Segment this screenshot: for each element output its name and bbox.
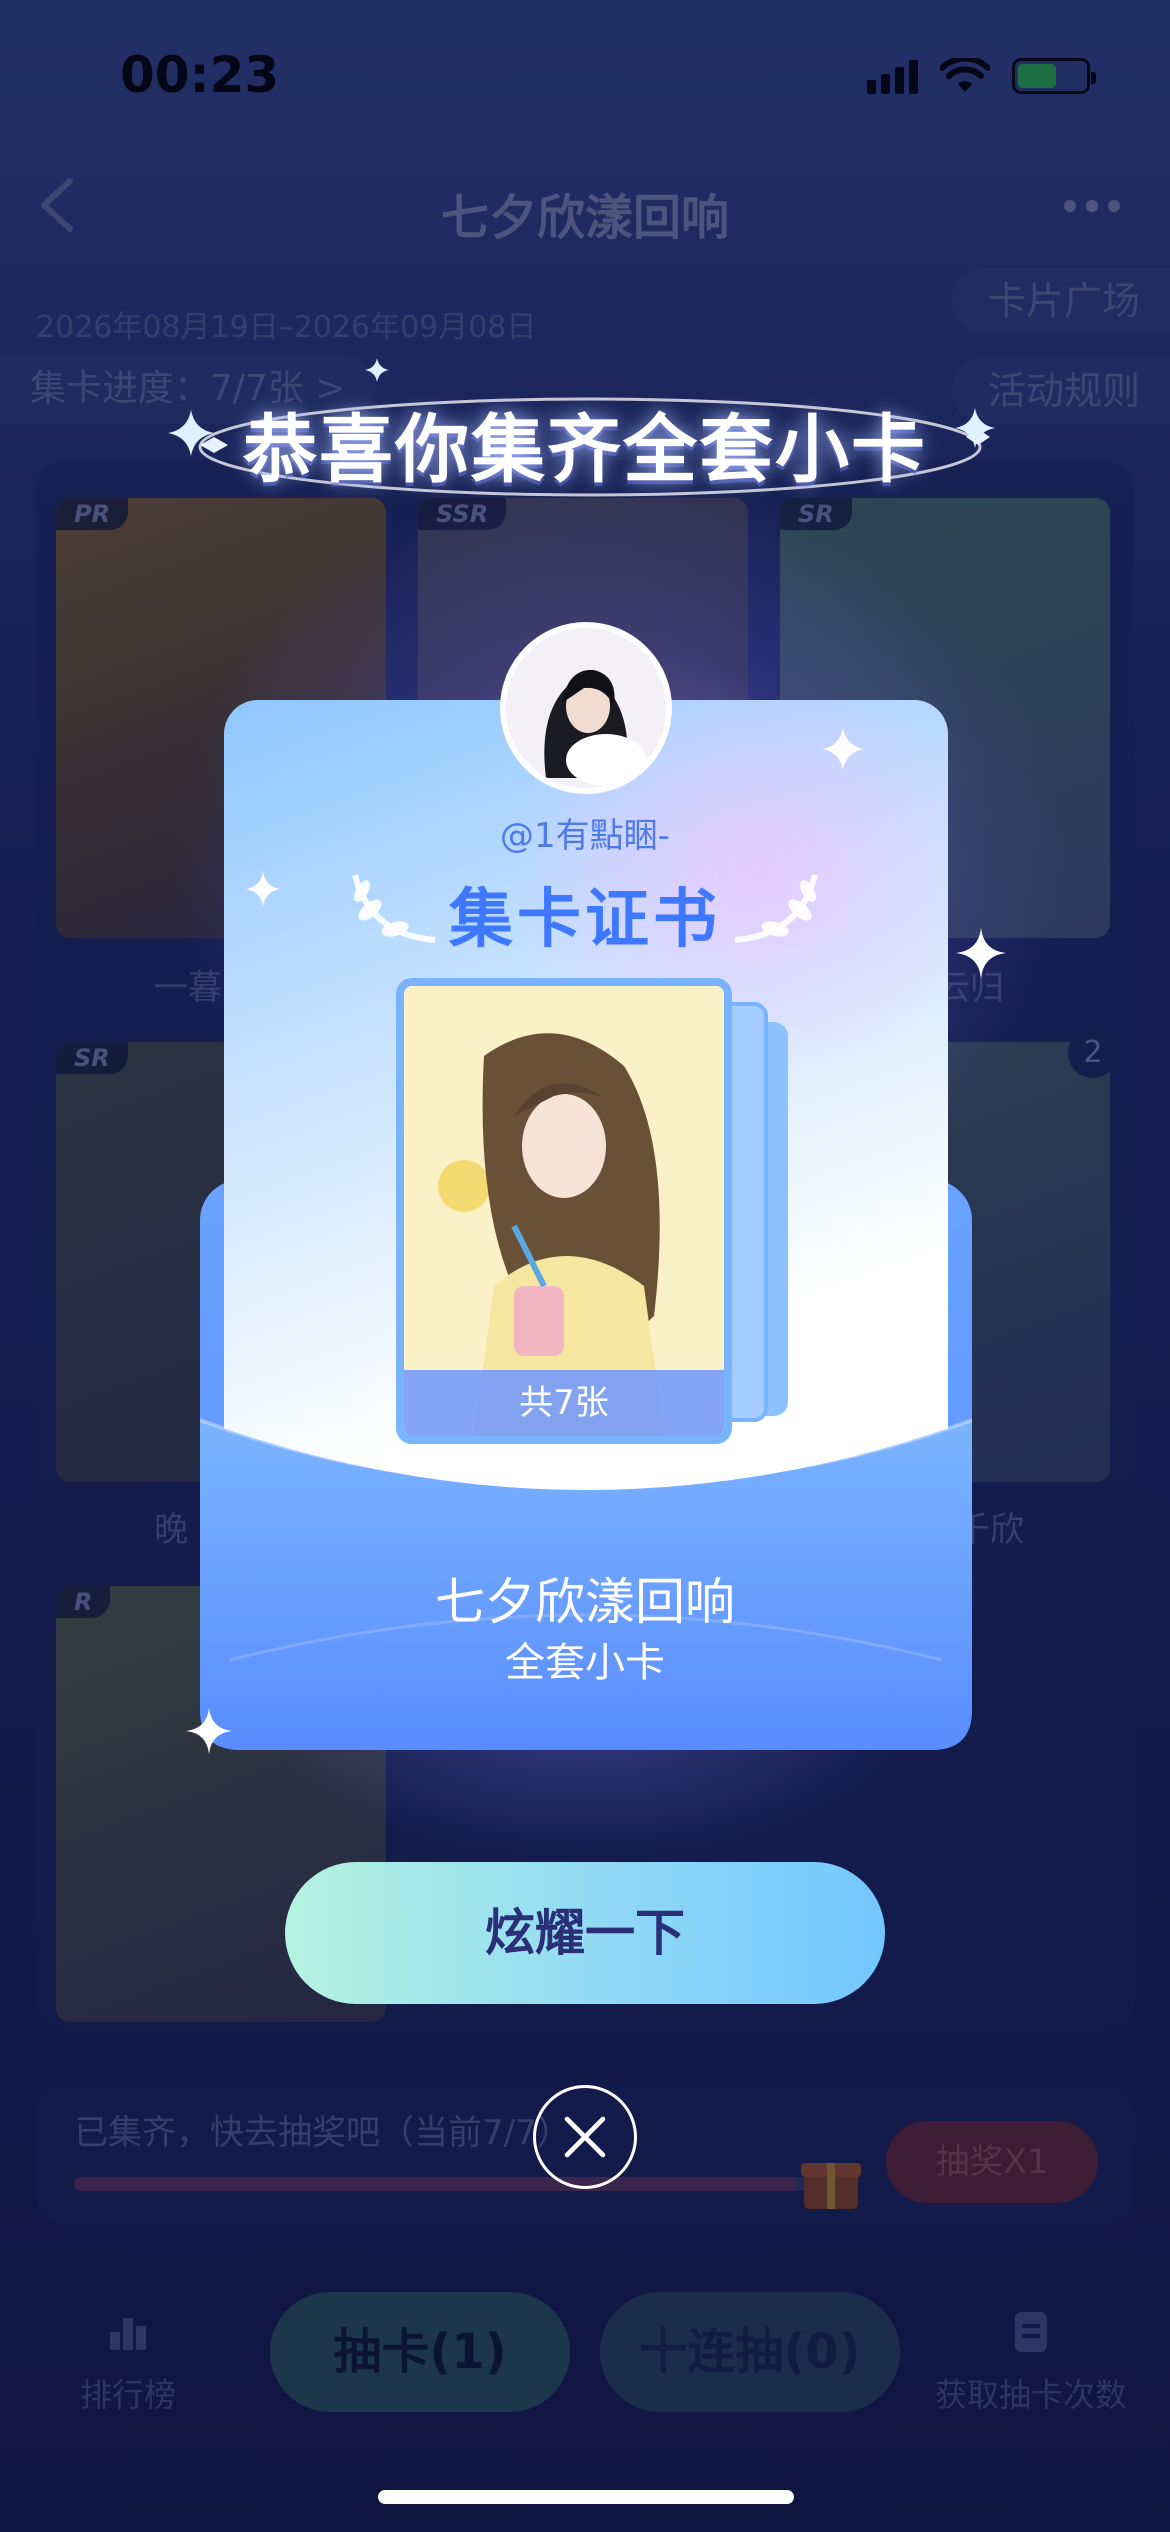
user-avatar [500,622,672,794]
featured-card: 共7张 [396,978,732,1444]
sparkle-icon [956,928,1006,978]
close-icon[interactable] [533,2085,637,2189]
sparkle-icon [168,410,214,456]
series-name: 七夕欣漾回响 [435,1573,735,1631]
sparkle-icon [186,1708,232,1754]
series-subtitle: 全套小卡 [505,1640,665,1686]
sparkle-icon [365,358,389,382]
sparkle-icon [822,728,864,770]
share-button[interactable]: 炫耀一下 [285,1862,885,2004]
username: @1有點睏- [500,816,670,856]
featured-card-illustration [404,986,724,1436]
sparkle-icon [246,872,280,906]
home-indicator [378,2490,794,2504]
card-count-label: 共7张 [404,1370,724,1436]
sparkle-icon [955,408,995,448]
